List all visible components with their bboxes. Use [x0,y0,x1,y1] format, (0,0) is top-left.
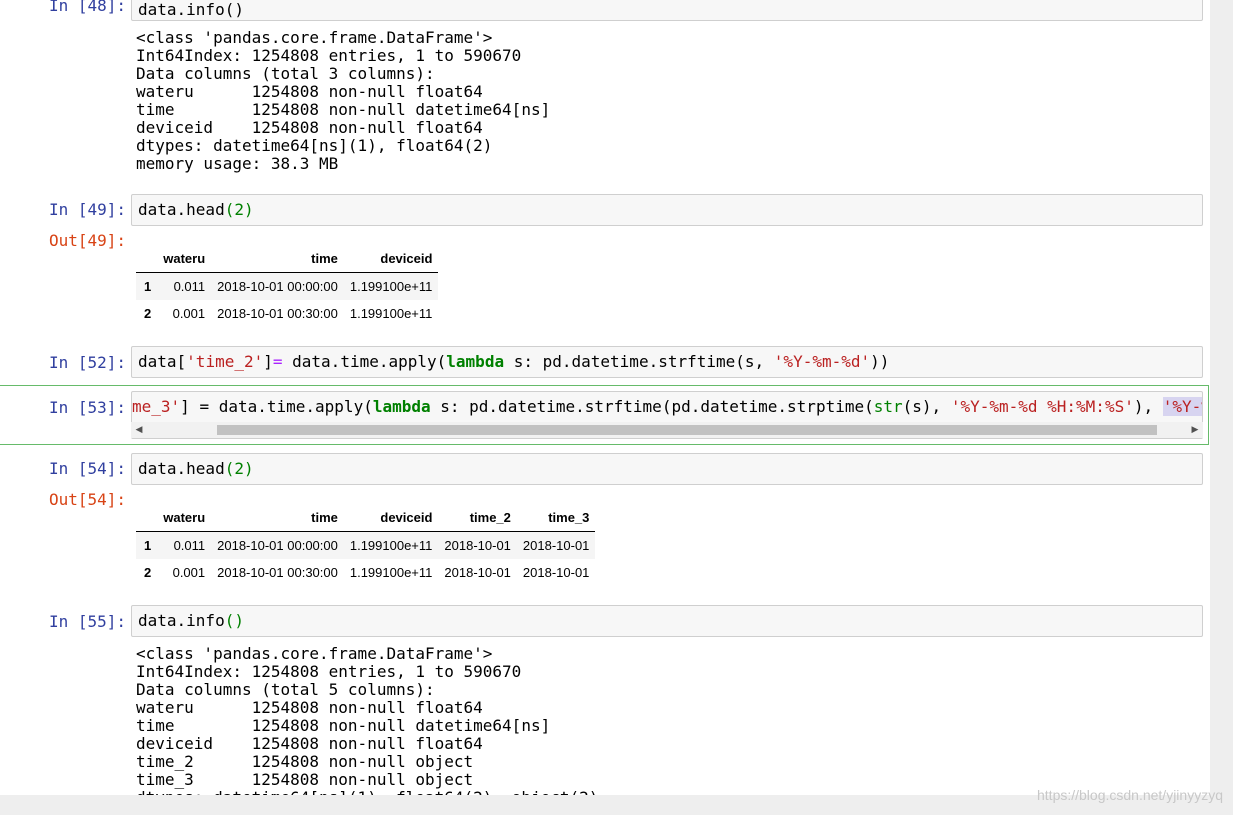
table-row: 1 0.011 2018-10-01 00:00:00 1.199100e+11 [136,272,439,300]
scrollbar-thumb[interactable] [217,425,1157,435]
prompt-out-54: Out[54]: [48,490,126,509]
code-52-string-2: '%Y-%m-%d' [773,352,871,371]
code-arg-49: (2) [224,200,254,219]
row-index: 1 [144,279,152,294]
table-header-time: time [211,503,344,532]
notebook-area: In [48]: data.info() <class 'pandas.core… [0,0,1210,795]
table-header-deviceid: deviceid [343,503,439,532]
code-fn-55: data.info [138,611,225,630]
code-input-49[interactable]: data.head(2) [131,194,1203,226]
table-header-index [136,244,158,273]
table-header-wateru: wateru [157,503,212,532]
code-52-part-4: s: pd.datetime.strftime(s, [504,352,774,371]
cell-wateru: 0.011 [173,279,206,294]
cell-time: 2018-10-01 00:30:00 [217,565,338,580]
page-scrollbar[interactable] [1210,0,1233,815]
cell-time: 2018-10-01 00:00:00 [217,279,338,294]
prompt-in-49: In [49]: [48,200,126,219]
prompt-out-49: Out[49]: [48,231,126,250]
row-index: 2 [144,565,152,580]
code-53-string-1: '%Y-%m-%d %H:%M:%S' [950,397,1134,416]
table-header-wateru: wateru [157,244,212,273]
cell-time: 2018-10-01 00:30:00 [217,306,338,321]
dataframe-table-54: wateru time deviceid time_2 time_3 1 0.0… [136,503,596,586]
cell-wateru: 0.001 [172,306,206,321]
table-row: 1 0.011 2018-10-01 00:00:00 1.199100e+11… [136,531,596,559]
horizontal-scrollbar[interactable]: ◀ ▶ [131,422,1203,438]
code-53-part-2: s: pd.datetime.strftime(pd.datetime.strp… [430,397,874,416]
cell-time-3: 2018-10-01 [522,538,590,553]
prompt-in-55: In [55]: [48,612,126,631]
code-arg-55: () [224,611,244,630]
cell-time-2: 2018-10-01 [444,565,511,580]
code-text-48: data.info() [138,0,244,19]
code-53-string-2-selected: '%Y-%m-%c [1162,397,1202,416]
table-header-deviceid: deviceid [343,244,439,273]
table-header-time-3: time_3 [516,503,596,532]
cell-wateru: 0.001 [172,565,206,580]
code-input-55[interactable]: data.info() [131,605,1203,637]
cell-time-3: 2018-10-01 [522,565,590,580]
code-53-keyword: lambda [372,397,431,416]
code-input-48[interactable]: data.info() [131,0,1203,21]
code-52-part-3: data.time.apply( [282,352,447,371]
table-row: 2 0.001 2018-10-01 00:30:00 1.199100e+11 [136,300,438,327]
code-53-part-4: ), [1133,397,1163,416]
cell-deviceid: 1.199100e+11 [349,306,433,321]
table-header-time: time [211,244,344,273]
table-header-time-2: time_2 [438,503,517,532]
row-index: 2 [144,306,152,321]
cell-deviceid: 1.199100e+11 [349,279,433,294]
code-fn-49: data.head [138,200,225,219]
code-53-part-1: ] = data.time.apply( [180,397,373,416]
code-input-54[interactable]: data.head(2) [131,453,1203,485]
prompt-in-53: In [53]: [48,398,126,417]
code-input-52[interactable]: data['time_2']= data.time.apply(lambda s… [131,346,1203,378]
cell-deviceid: 1.199100e+11 [349,538,433,553]
code-arg-54: (2) [224,459,254,478]
row-index: 1 [144,538,152,553]
code-53-string-0: me_3' [132,397,181,416]
code-53-part-3: (s), [902,397,951,416]
cell-deviceid: 1.199100e+11 [349,565,433,580]
prompt-in-54: In [54]: [48,459,126,478]
prompt-in-52: In [52]: [48,353,126,372]
table-header-index [136,503,158,532]
code-fn-54: data.head [138,459,225,478]
code-52-keyword: lambda [446,352,505,371]
prompt-in-48: In [48]: [48,0,126,15]
code-52-part-1: data[ [138,352,187,371]
scroll-left-icon[interactable]: ◀ [131,422,147,438]
scroll-right-icon[interactable]: ▶ [1187,422,1203,438]
code-52-part-5: )) [870,352,890,371]
dataframe-table-49: wateru time deviceid 1 0.011 2018-10-01 … [136,244,439,327]
watermark: https://blog.csdn.net/yjinyyzyq [1037,787,1223,803]
code-52-operator: = [272,352,283,371]
code-53-builtin: str [873,397,903,416]
code-52-string-1: 'time_2' [186,352,264,371]
cell-wateru: 0.011 [173,538,206,553]
cell-time: 2018-10-01 00:00:00 [217,538,338,553]
table-row: 2 0.001 2018-10-01 00:30:00 1.199100e+11… [136,559,595,586]
cell-time-2: 2018-10-01 [444,538,511,553]
output-text-48: <class 'pandas.core.frame.DataFrame'> In… [136,28,551,173]
output-text-55: <class 'pandas.core.frame.DataFrame'> In… [136,644,598,796]
code-52-part-2: ] [263,352,273,371]
